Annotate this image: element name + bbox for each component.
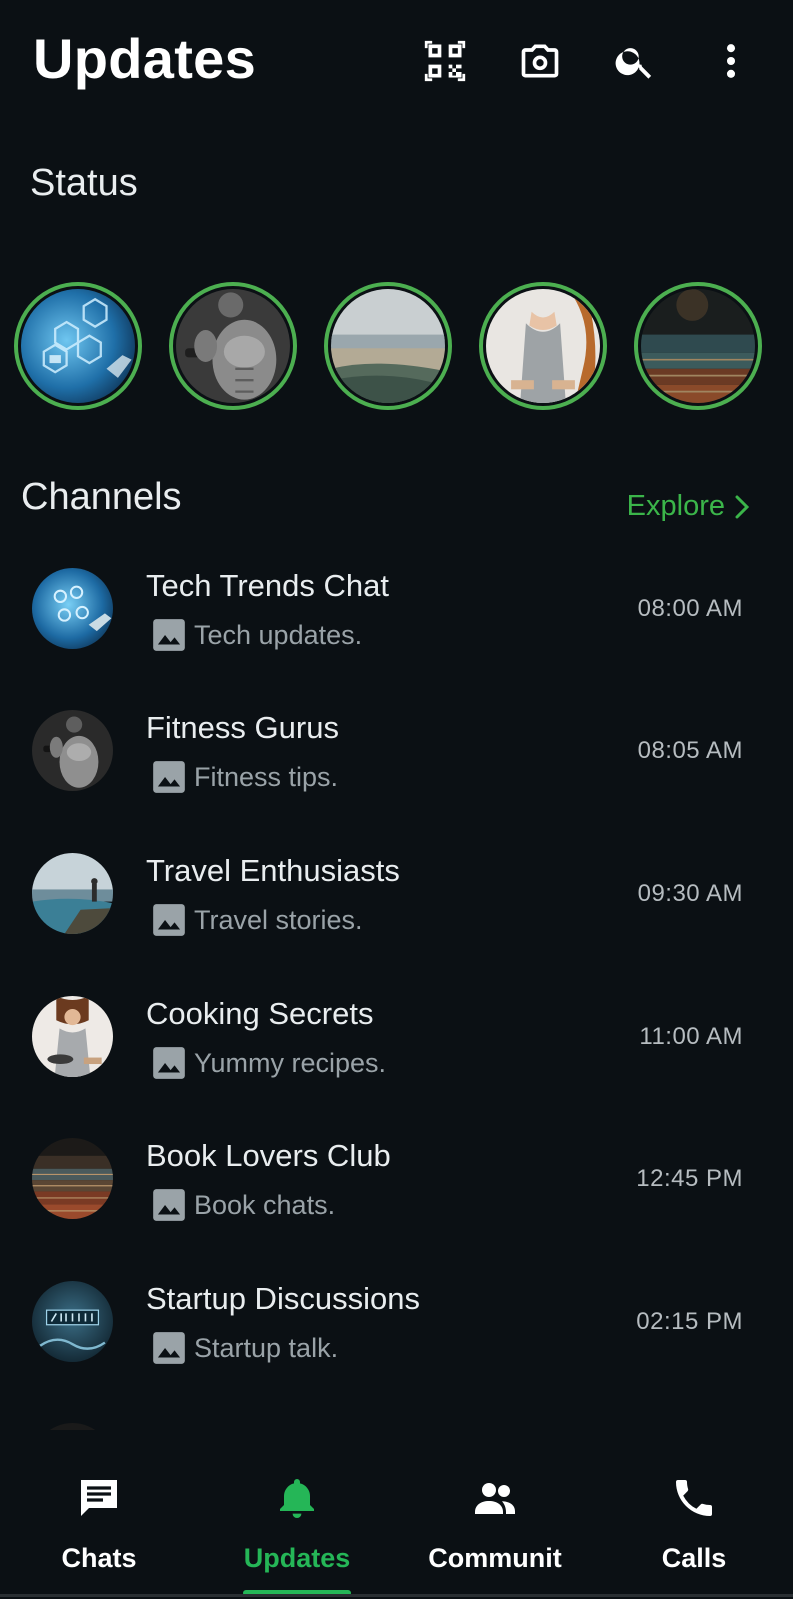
image-icon (153, 619, 185, 651)
channel-name: Tech Trends Chat (146, 568, 389, 603)
list-item[interactable]: Book Lovers Club Book chats. 12:45 PM (0, 1110, 793, 1255)
channel-preview: Tech updates. (150, 616, 362, 654)
channel-preview: Fitness tips. (150, 758, 338, 796)
page-title: Updates (33, 27, 257, 90)
status-carousel (14, 282, 793, 412)
more-vert-icon[interactable] (708, 38, 754, 84)
timestamp: 11:00 AM (639, 1023, 743, 1050)
channel-name: Book Lovers Club (146, 1138, 391, 1173)
nav-label: Updates (243, 1543, 351, 1573)
nav-label: Chats (61, 1543, 137, 1573)
status-item-fitness[interactable] (169, 282, 297, 410)
timestamp: 09:30 AM (637, 880, 743, 907)
channel-list: Tech Trends Chat Tech updates. 08:00 AM (0, 540, 793, 1445)
timestamp: 02:15 PM (636, 1308, 743, 1335)
list-item[interactable]: Fitness Gurus Fitness tips. 08:05 AM (0, 682, 793, 827)
preview-text: Yummy recipes. (194, 1047, 387, 1078)
channels-heading: Channels (21, 476, 182, 518)
status-thumbnail (486, 289, 600, 403)
timestamp: 08:05 AM (637, 737, 743, 764)
preview-text: Startup talk. (194, 1332, 339, 1363)
bottom-navigation: Chats Updates Communit Calls (0, 1430, 793, 1599)
channel-preview: Travel stories. (150, 901, 363, 939)
status-thumbnail (331, 289, 445, 403)
channel-name: Travel Enthusiasts (146, 853, 400, 888)
image-icon (153, 761, 185, 793)
channel-name: Fitness Gurus (146, 710, 339, 745)
avatar (32, 996, 113, 1077)
bell-icon (280, 1479, 314, 1518)
status-thumbnail (641, 289, 755, 403)
list-item[interactable]: Travel Enthusiasts Travel stories. 09:30… (0, 825, 793, 970)
list-item[interactable]: Startup Discussions Startup talk. 02:15 … (0, 1253, 793, 1398)
avatar (32, 568, 113, 649)
nav-label: Communit (428, 1543, 562, 1573)
nav-communities[interactable]: Communit (396, 1430, 594, 1599)
channel-name: Cooking Secrets (146, 996, 374, 1031)
search-icon[interactable] (612, 38, 658, 84)
preview-text: Fitness tips. (194, 761, 339, 792)
status-thumbnail (176, 289, 290, 403)
status-item-cooking[interactable] (479, 282, 607, 410)
image-icon (153, 1047, 185, 1079)
qr-code-icon[interactable] (422, 38, 468, 84)
image-icon (153, 1189, 185, 1221)
timestamp: 12:45 PM (636, 1165, 743, 1192)
channel-preview: Yummy recipes. (150, 1044, 386, 1082)
preview-text: Book chats. (194, 1189, 336, 1220)
camera-icon[interactable] (517, 38, 563, 84)
list-item[interactable]: Cooking Secrets Yummy recipes. 11:00 AM (0, 968, 793, 1113)
avatar (32, 853, 113, 934)
explore-label: Explore (626, 490, 725, 522)
phone-icon (676, 1480, 712, 1516)
avatar (32, 710, 113, 791)
channel-preview: Book chats. (150, 1186, 335, 1224)
people-icon (475, 1483, 515, 1514)
status-item-books[interactable] (634, 282, 762, 410)
channel-name: Startup Discussions (146, 1281, 420, 1316)
avatar (32, 1281, 113, 1362)
image-icon (153, 1332, 185, 1364)
nav-chats[interactable]: Chats (0, 1430, 198, 1599)
gesture-bar-divider (0, 1594, 793, 1597)
nav-label: Calls (661, 1543, 727, 1573)
chat-icon (81, 1480, 117, 1516)
top-bar: Updates (0, 0, 793, 125)
image-icon (153, 904, 185, 936)
timestamp: 08:00 AM (637, 595, 743, 622)
preview-text: Tech updates. (194, 619, 363, 650)
status-heading: Status (30, 162, 138, 204)
status-item-travel[interactable] (324, 282, 452, 410)
channel-preview: Startup talk. (150, 1329, 338, 1367)
status-item-tech[interactable] (14, 282, 142, 410)
avatar (32, 1138, 113, 1219)
explore-button[interactable]: Explore (627, 490, 753, 523)
nav-updates[interactable]: Updates (198, 1430, 396, 1599)
preview-text: Travel stories. (194, 904, 363, 935)
list-item[interactable]: Tech Trends Chat Tech updates. 08:00 AM (0, 540, 793, 685)
status-thumbnail (21, 289, 135, 403)
nav-calls[interactable]: Calls (595, 1430, 793, 1599)
updates-screen: Updates Status Channels Explore Tech Tre… (0, 0, 793, 1599)
chevron-right-icon (735, 495, 750, 518)
